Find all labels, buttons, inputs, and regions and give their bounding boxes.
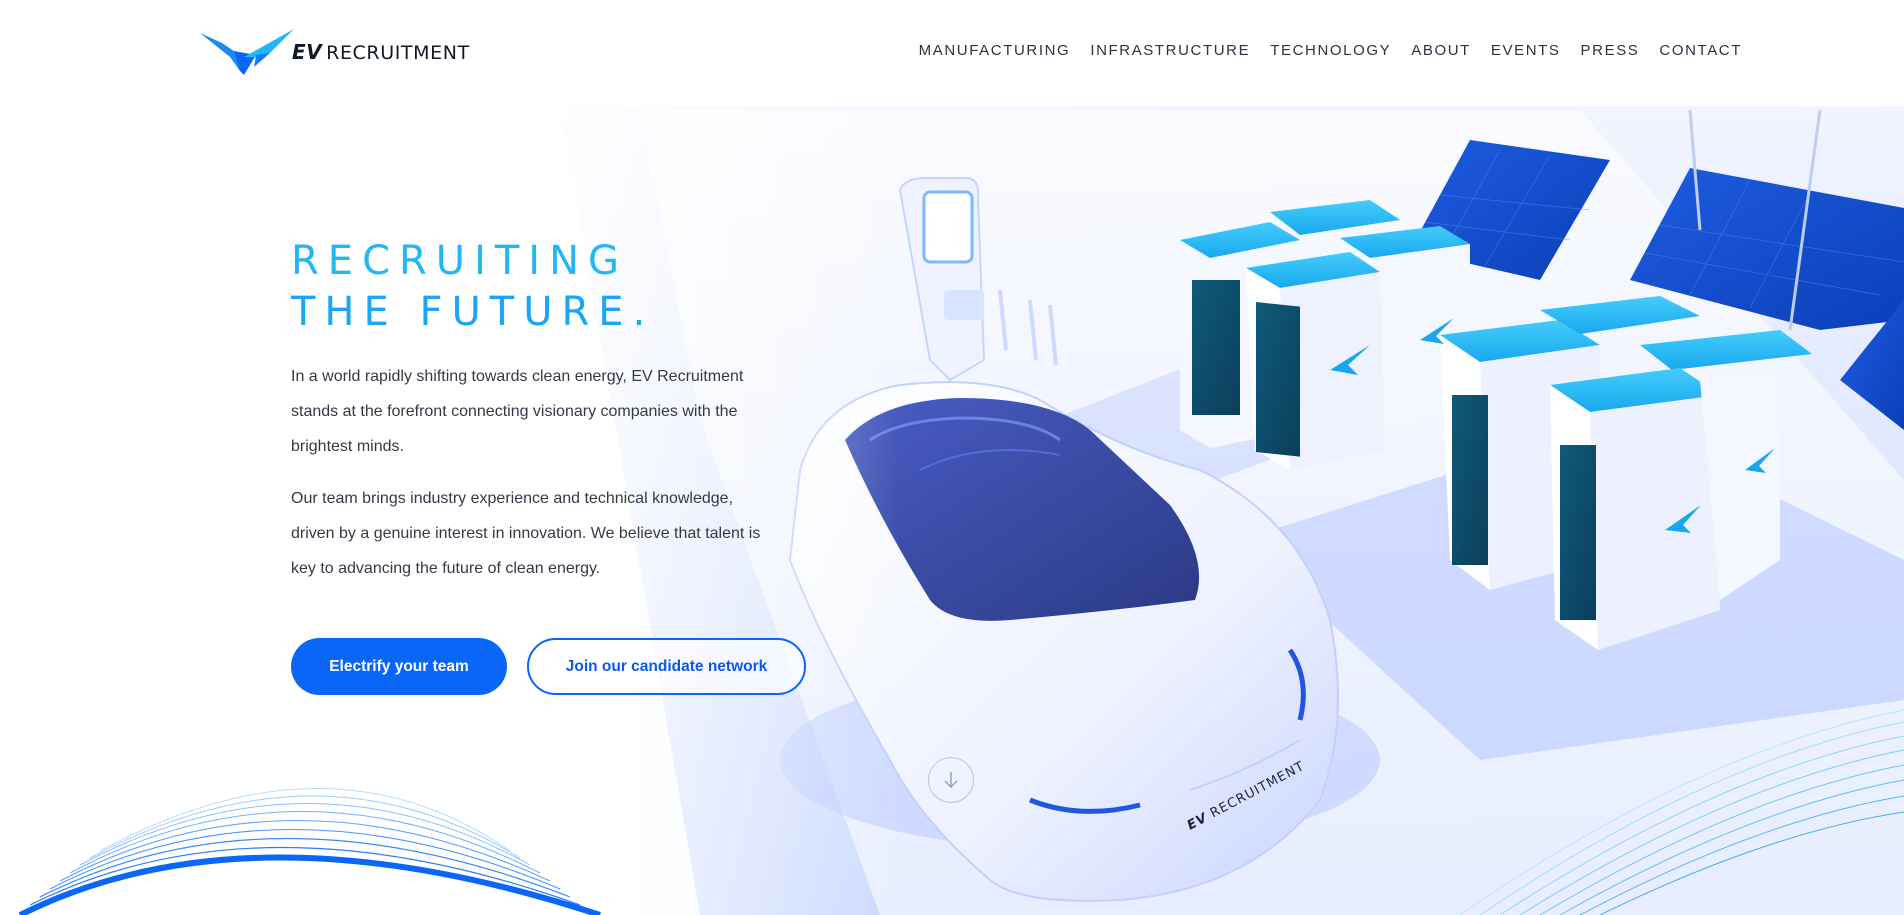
- nav-infrastructure[interactable]: INFRASTRUCTURE: [1080, 42, 1260, 59]
- main-navigation: MANUFACTURING INFRASTRUCTURE TECHNOLOGY …: [909, 42, 1752, 59]
- nav-contact[interactable]: CONTACT: [1649, 42, 1752, 59]
- site-logo[interactable]: EV RECRUITMENT: [200, 26, 510, 78]
- hero-title-line2: THE FUTURE.: [291, 289, 655, 335]
- eagle-logo-icon: [200, 29, 294, 75]
- electrify-your-team-button[interactable]: Electrify your team: [291, 638, 507, 695]
- hero-section: RECRUITING THE FUTURE. In a world rapidl…: [291, 236, 831, 586]
- site-header: EV RECRUITMENT MANUFACTURING INFRASTRUCT…: [0, 0, 1904, 106]
- hero-title: RECRUITING THE FUTURE.: [291, 236, 831, 338]
- hero-paragraph-1: In a world rapidly shifting towards clea…: [291, 368, 744, 455]
- nav-press[interactable]: PRESS: [1571, 42, 1650, 59]
- logo-wordmark: EV RECRUITMENT: [292, 40, 470, 64]
- logo-ev-text: EV: [292, 40, 323, 64]
- scroll-down-button[interactable]: [928, 757, 974, 803]
- join-candidate-network-button[interactable]: Join our candidate network: [527, 638, 806, 695]
- hero-title-line1: RECRUITING: [291, 238, 629, 284]
- logo-recruitment-text: RECRUITMENT: [326, 42, 470, 64]
- nav-events[interactable]: EVENTS: [1481, 42, 1571, 59]
- nav-about[interactable]: ABOUT: [1401, 42, 1481, 59]
- nav-manufacturing[interactable]: MANUFACTURING: [909, 42, 1081, 59]
- nav-technology[interactable]: TECHNOLOGY: [1260, 42, 1401, 59]
- scroll-down-icon: [944, 772, 958, 789]
- hero-paragraph-2: Our team brings industry experience and …: [291, 490, 761, 577]
